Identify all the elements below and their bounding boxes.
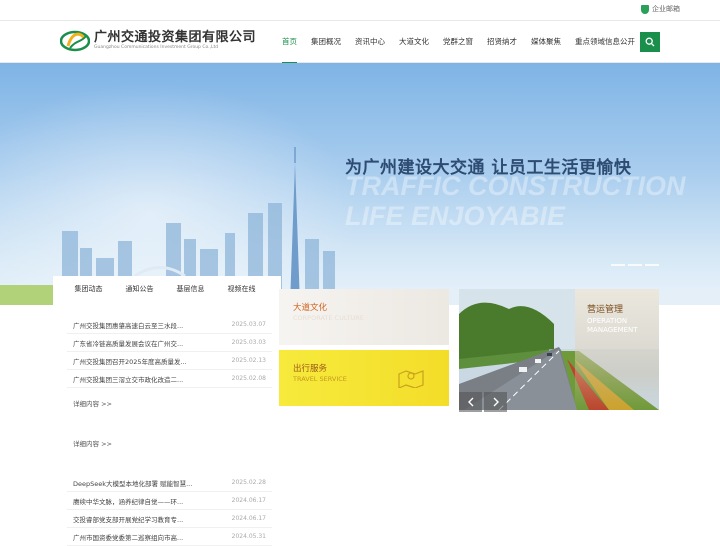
news-row[interactable]: 广东省冷链高质量发展会议在广州交... 2025.03.03 <box>67 334 272 352</box>
more-link[interactable]: 详细内容 >> <box>67 398 272 408</box>
search-icon <box>645 37 655 47</box>
tab-video[interactable]: 视频在线 <box>216 276 267 303</box>
news-tabs: 集团动态 通知公告 基层信息 视频在线 <box>53 276 281 303</box>
news-row[interactable]: 广州交投集团召开2025年度高质量发... 2025.02.13 <box>67 352 272 370</box>
nav-item-home[interactable]: 首页 <box>275 21 304 64</box>
culture-title: 大道文化 <box>293 303 328 313</box>
operation-title: 营运管理 <box>587 305 624 315</box>
news-panel: 集团动态 通知公告 基层信息 视频在线 广州交投集团惠肇高速白云至三水段... … <box>53 276 281 546</box>
chevron-left-icon <box>467 397 473 407</box>
news-title: 广东省冷链高质量发展会议在广州交... <box>73 339 184 348</box>
tab-group-news[interactable]: 集团动态 <box>63 276 114 303</box>
news-date: 2025.02.13 <box>231 357 266 364</box>
nav-item-news[interactable]: 资讯中心 <box>348 21 392 63</box>
news-row[interactable]: 交投睿部党支部开展党纪学习教育专... 2024.06.17 <box>67 510 272 528</box>
corporate-culture-card[interactable]: 大道文化 CORPORATE CULTURE <box>279 289 449 345</box>
news-title: 交投睿部党支部开展党纪学习教育专... <box>73 515 184 524</box>
travel-subtitle: TRAVEL SERVICE <box>293 375 347 383</box>
enterprise-mail-link[interactable]: 企业邮箱 <box>641 4 680 14</box>
travel-title: 出行服务 <box>293 364 328 374</box>
news-title: DeepSeek大模型本地化部署 赋能智慧... <box>73 479 193 488</box>
main-navbar: 广州交通投资集团有限公司 Guangzhou Communications In… <box>0 20 720 64</box>
news-date: 2025.03.03 <box>231 339 266 346</box>
banner-slogan-en: TRAFFIC CONSTRUCTION LIFE ENJOYABIE <box>345 171 685 231</box>
banner-slogan-en-line-2: LIFE ENJOYABIE <box>345 201 566 231</box>
company-name: 广州交通投资集团有限公司 <box>94 30 257 45</box>
nav-item-recruit[interactable]: 招贤纳才 <box>480 21 524 63</box>
operation-label-box: 营运管理 OPERATION MANAGEMENT <box>575 289 659 410</box>
nav-item-culture[interactable]: 大道文化 <box>392 21 436 63</box>
news-date: 2025.02.28 <box>231 479 266 486</box>
banner-dot[interactable] <box>611 264 625 266</box>
banner-pagination <box>611 264 659 266</box>
logo-emblem-icon <box>60 30 90 52</box>
news-date: 2024.06.17 <box>231 497 266 504</box>
banner-dot[interactable] <box>628 264 642 266</box>
news-title: 广州市国资委党委第二巡察组向市高... <box>73 533 184 542</box>
hero-banner: 为广州建设大交通 让员工生活更愉快 TRAFFIC CONSTRUCTION L… <box>0 63 720 305</box>
nav-item-party[interactable]: 党群之窗 <box>436 21 480 63</box>
nav-item-media[interactable]: 媒体聚焦 <box>524 21 568 63</box>
news-date: 2025.03.07 <box>231 321 266 328</box>
tab-notices[interactable]: 通知公告 <box>114 276 165 303</box>
top-bar: 企业邮箱 <box>0 0 720 20</box>
nav-menu: 首页 集团概况 资讯中心 大道文化 党群之窗 招贤纳才 媒体聚焦 重点领域信息公… <box>275 21 642 64</box>
travel-service-card[interactable]: 出行服务 TRAVEL SERVICE <box>279 350 449 406</box>
chevron-right-icon <box>493 397 499 407</box>
news-title: 广州交投集团惠肇高速白云至三水段... <box>73 321 184 330</box>
prev-button[interactable] <box>459 392 482 412</box>
news-title: 广州交投集团三滘立交市政化改造二... <box>73 375 184 384</box>
news-title: 赓续中华文脉，涵养纪律自觉——环... <box>73 497 184 506</box>
news-date: 2025.02.08 <box>231 375 266 382</box>
nav-item-disclosure[interactable]: 重点领域信息公开 <box>568 21 642 63</box>
news-spacer <box>67 448 272 474</box>
news-row[interactable]: 广州交投集团惠肇高速白云至三水段... 2025.03.07 <box>67 316 272 334</box>
banner-slogan-en-line-1: TRAFFIC CONSTRUCTION <box>345 171 686 201</box>
operation-subtitle-line-1: OPERATION <box>587 317 628 325</box>
shield-icon <box>641 4 649 14</box>
news-title: 广州交投集团召开2025年度高质量发... <box>73 357 187 366</box>
next-button[interactable] <box>484 392 507 412</box>
news-row[interactable]: DeepSeek大模型本地化部署 赋能智慧... 2025.02.28 <box>67 474 272 492</box>
banner-dot[interactable] <box>645 264 659 266</box>
news-date: 2024.05.31 <box>231 533 266 540</box>
news-row[interactable]: 赓续中华文脉，涵养纪律自觉——环... 2024.06.17 <box>67 492 272 510</box>
company-name-en: Guangzhou Communications Investment Grou… <box>94 45 219 50</box>
mail-label: 企业邮箱 <box>652 5 680 13</box>
more-link[interactable]: 详细内容 >> <box>67 438 272 448</box>
culture-subtitle: CORPORATE CULTURE <box>293 314 364 322</box>
news-date: 2024.06.17 <box>231 515 266 522</box>
operation-subtitle-line-2: MANAGEMENT <box>587 326 638 334</box>
tab-grassroots[interactable]: 基层信息 <box>165 276 216 303</box>
company-logo[interactable]: 广州交通投资集团有限公司 Guangzhou Communications In… <box>60 28 256 54</box>
map-location-icon <box>398 370 424 388</box>
nav-item-overview[interactable]: 集团概况 <box>304 21 348 63</box>
news-row[interactable]: 广州交投集团三滘立交市政化改造二... 2025.02.08 <box>67 370 272 388</box>
carousel-controls <box>459 392 507 412</box>
search-button[interactable] <box>640 32 660 52</box>
operation-subtitle: OPERATION MANAGEMENT <box>587 317 638 335</box>
news-row[interactable]: 广州市国资委党委第二巡察组向市高... 2024.05.31 <box>67 528 272 546</box>
news-list: 广州交投集团惠肇高速白云至三水段... 2025.03.07 广东省冷链高质量发… <box>67 316 272 546</box>
